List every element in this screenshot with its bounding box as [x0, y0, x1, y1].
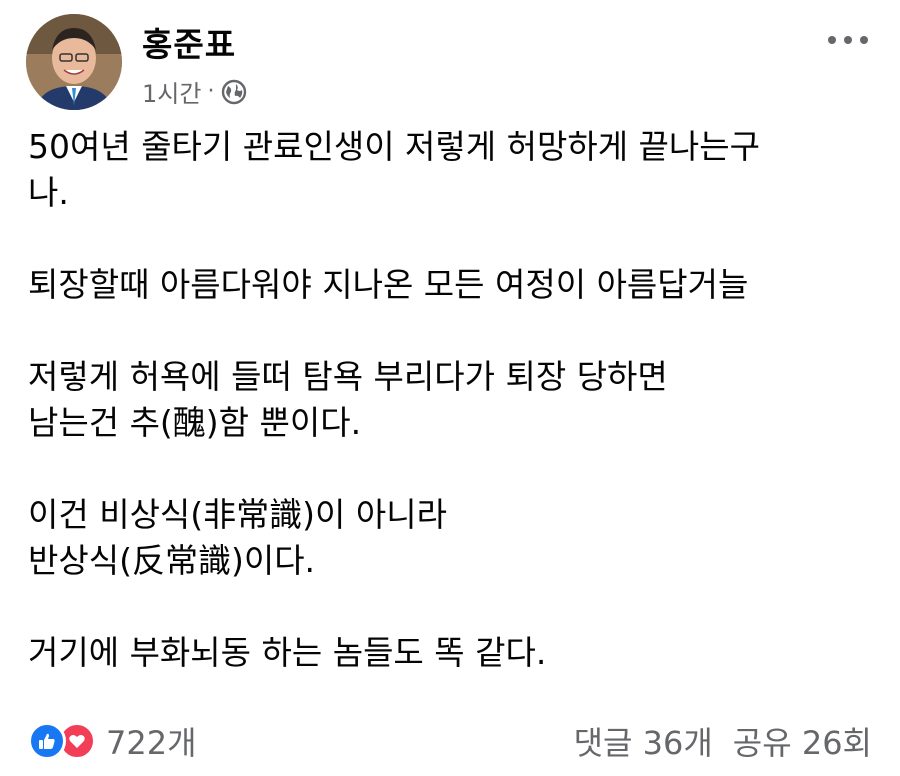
avatar-photo [26, 14, 122, 110]
body-line: 퇴장할때 아름다워야 지나온 모든 여정이 아름답거늘 [28, 265, 749, 304]
avatar[interactable] [26, 14, 122, 110]
body-line: 반상식(反常識)이다. [28, 541, 316, 580]
globe-icon [220, 78, 248, 106]
facebook-post: 홍준표 1시간 · 50여년 줄타기 관료인생이 저렇게 허망하게 끝나는구 나… [0, 0, 900, 776]
post-time[interactable]: 1시간 [142, 74, 201, 109]
engagement-counts: 댓글 36개 공유 26회 [574, 718, 872, 764]
more-dot [860, 36, 868, 44]
post-footer: 722개 댓글 36개 공유 26회 [28, 716, 872, 766]
reactions-summary[interactable]: 722개 [28, 718, 197, 764]
body-line: 나. [28, 173, 69, 212]
meta-separator: · [207, 79, 215, 104]
more-options-icon[interactable] [828, 30, 868, 50]
body-line: 남는건 추(醜)함 뿐이다. [28, 403, 362, 442]
body-line: 저렇게 허욕에 들떠 탐욕 부리다가 퇴장 당하면 [28, 357, 668, 396]
body-line: 거기에 부화뇌동 하는 놈들도 똑 같다. [28, 633, 547, 672]
reaction-count: 722개 [106, 724, 197, 762]
more-dot [828, 36, 836, 44]
more-dot [844, 36, 852, 44]
body-line: 이건 비상식(非常識)이 아니라 [28, 495, 447, 534]
like-icon [28, 722, 66, 760]
body-line: 50여년 줄타기 관료인생이 저렇게 허망하게 끝나는구 [28, 127, 760, 166]
share-count[interactable]: 공유 26회 [733, 718, 872, 764]
post-meta: 1시간 · [142, 74, 248, 109]
comment-count[interactable]: 댓글 36개 [574, 718, 713, 764]
post-body: 50여년 줄타기 관료인생이 저렇게 허망하게 끝나는구 나. 퇴장할때 아름다… [28, 124, 868, 676]
author-name[interactable]: 홍준표 [142, 18, 236, 66]
